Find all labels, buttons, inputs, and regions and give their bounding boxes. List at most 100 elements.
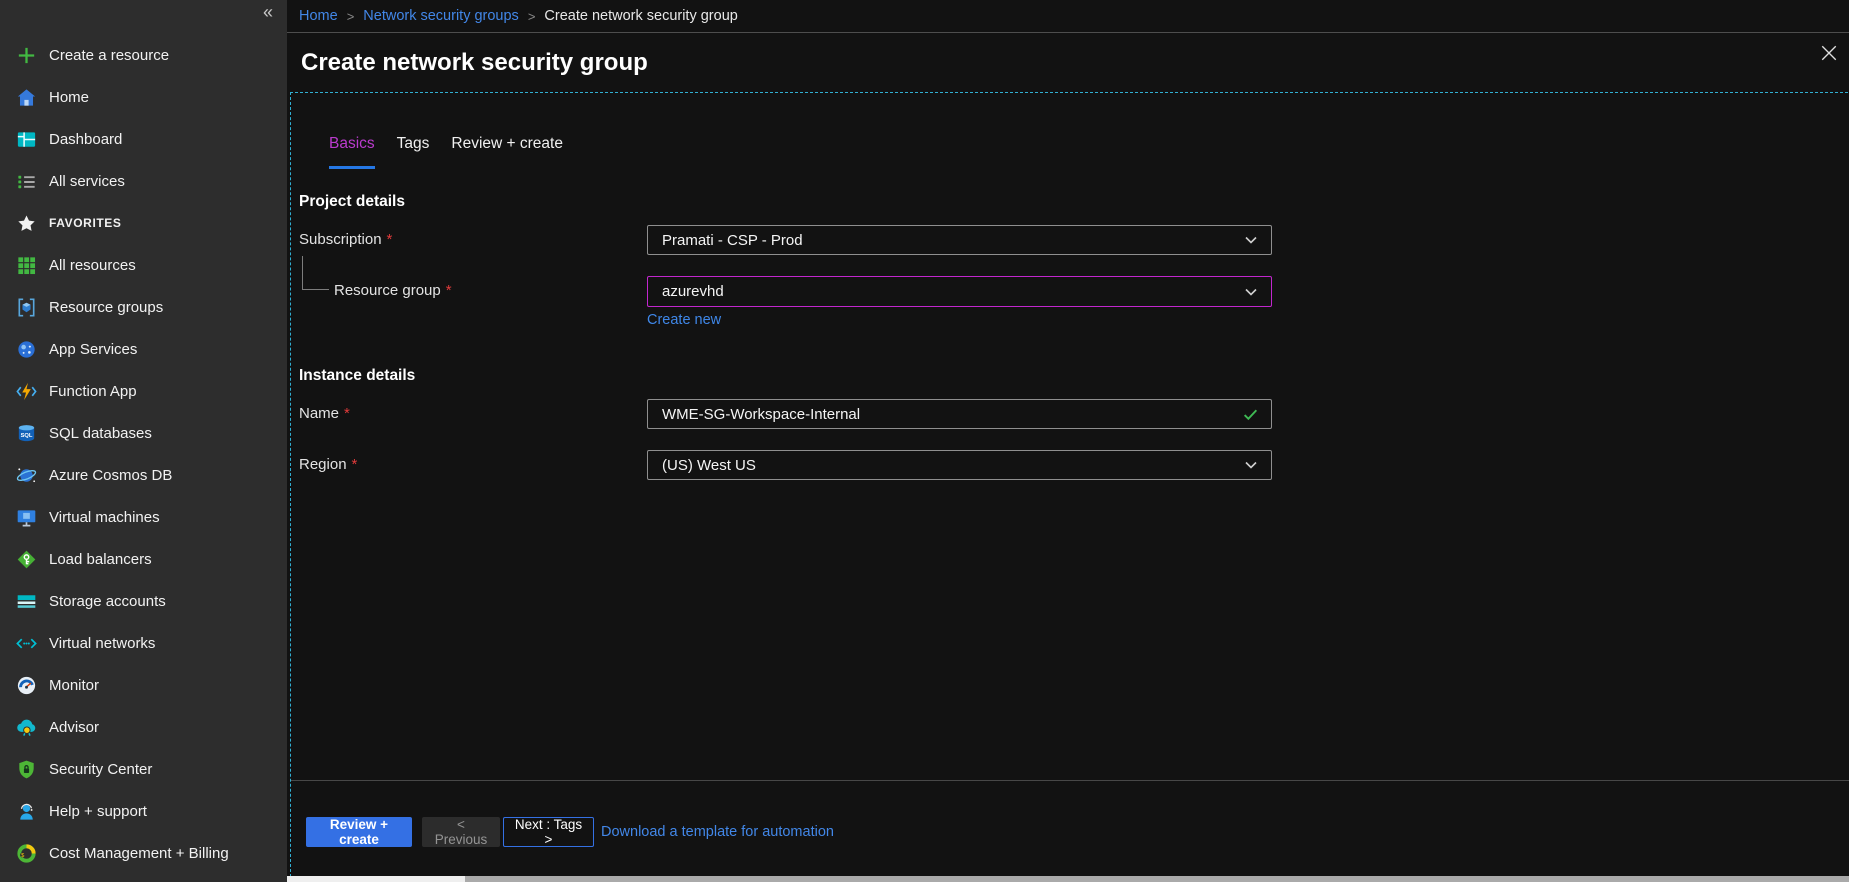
sidebar-item-virtual-networks[interactable]: Virtual networks <box>0 622 287 664</box>
subscription-select[interactable]: Pramati - CSP - Prod <box>647 225 1272 255</box>
required-marker: * <box>446 282 452 299</box>
cosmos-db-icon <box>15 464 38 487</box>
close-icon[interactable] <box>1820 44 1838 62</box>
sidebar-item-label: Storage accounts <box>49 593 166 610</box>
sidebar-item-security-center[interactable]: Security Center <box>0 748 287 790</box>
review-create-button[interactable]: Review + create <box>306 817 412 847</box>
sidebar-item-dashboard[interactable]: Dashboard <box>0 118 287 160</box>
breadcrumb: Home > Network security groups > Create netw… <box>287 0 1849 33</box>
subscription-label-text: Subscription <box>299 231 382 248</box>
sidebar-item-virtual-machines[interactable]: Virtual machines <box>0 496 287 538</box>
sidebar-item-label: Dashboard <box>49 131 122 148</box>
region-value: (US) West US <box>662 457 1243 474</box>
sql-databases-icon <box>15 422 38 445</box>
sidebar-item-label: Cost Management + Billing <box>49 845 229 862</box>
chevron-down-icon <box>1243 284 1259 300</box>
all-services-icon <box>15 170 38 193</box>
dashboard-icon <box>15 128 38 151</box>
sidebar-item-label: SQL databases <box>49 425 152 442</box>
sidebar-item-home[interactable]: Home <box>0 76 287 118</box>
cost-management-icon <box>15 842 38 865</box>
sidebar: « Create a resource Home Dashboard All serv… <box>0 0 287 882</box>
sidebar-item-all-resources[interactable]: All resources <box>0 244 287 286</box>
sidebar-item-label: Function App <box>49 383 137 400</box>
sidebar-item-label: All resources <box>49 257 136 274</box>
tab-tags[interactable]: Tags <box>397 134 430 169</box>
sidebar-item-label: Monitor <box>49 677 99 694</box>
sidebar-item-advisor[interactable]: Advisor <box>0 706 287 748</box>
sidebar-item-help-support[interactable]: Help + support <box>0 790 287 832</box>
sidebar-item-label: Security Center <box>49 761 152 778</box>
resource-groups-icon <box>15 296 38 319</box>
footer-separator <box>291 780 1849 781</box>
sidebar-item-function-app[interactable]: Function App <box>0 370 287 412</box>
sidebar-item-label: Home <box>49 89 89 106</box>
previous-button[interactable]: < Previous <box>422 817 500 847</box>
resource-group-value: azurevhd <box>662 283 1243 300</box>
next-tags-button[interactable]: Next : Tags > <box>503 817 594 847</box>
grid-icon <box>15 254 38 277</box>
name-input-field[interactable] <box>662 406 1242 423</box>
star-icon <box>15 212 38 235</box>
sidebar-nav: Create a resource Home Dashboard All servic… <box>0 34 287 874</box>
sidebar-item-label: Load balancers <box>49 551 152 568</box>
name-label: Name* <box>299 399 350 429</box>
breadcrumb-link[interactable]: Home <box>299 8 338 24</box>
name-input[interactable] <box>647 399 1272 429</box>
sidebar-item-label: Resource groups <box>49 299 163 316</box>
sidebar-item-all-services[interactable]: All services <box>0 160 287 202</box>
tab-review-create[interactable]: Review + create <box>451 134 563 169</box>
plus-icon <box>15 44 38 67</box>
region-select[interactable]: (US) West US <box>647 450 1272 480</box>
breadcrumb-separator: > <box>528 9 536 24</box>
sidebar-item-cost-management-billing[interactable]: Cost Management + Billing <box>0 832 287 874</box>
title-bar: Create network security group <box>287 34 1849 92</box>
sidebar-item-label: App Services <box>49 341 137 358</box>
sidebar-item-favorites[interactable]: FAVORITES <box>0 202 287 244</box>
storage-accounts-icon <box>15 590 38 613</box>
subscription-label: Subscription * <box>299 225 392 255</box>
download-template-link[interactable]: Download a template for automation <box>601 817 834 847</box>
home-icon <box>15 86 38 109</box>
security-center-icon <box>15 758 38 781</box>
virtual-networks-icon <box>15 632 38 655</box>
breadcrumb-current: Create network security group <box>544 8 737 24</box>
virtual-machines-icon <box>15 506 38 529</box>
sidebar-item-label: Help + support <box>49 803 147 820</box>
sidebar-item-create-a-resource[interactable]: Create a resource <box>0 34 287 76</box>
required-marker: * <box>352 456 358 473</box>
sidebar-item-resource-groups[interactable]: Resource groups <box>0 286 287 328</box>
required-marker: * <box>387 231 393 248</box>
create-new-link[interactable]: Create new <box>647 311 721 329</box>
sidebar-item-label: Create a resource <box>49 47 169 64</box>
help-support-icon <box>15 800 38 823</box>
name-label-text: Name <box>299 405 339 422</box>
breadcrumb-separator: > <box>347 9 355 24</box>
resource-group-connector-line <box>302 256 329 290</box>
region-label-text: Region <box>299 456 347 473</box>
content-panel-outline <box>290 92 1848 877</box>
subscription-value: Pramati - CSP - Prod <box>662 232 1243 249</box>
breadcrumb-link[interactable]: Network security groups <box>363 8 519 24</box>
sidebar-collapse-button[interactable]: « <box>263 2 273 23</box>
sidebar-item-azure-cosmos-db[interactable]: Azure Cosmos DB <box>0 454 287 496</box>
app-services-icon <box>15 338 38 361</box>
monitor-icon <box>15 674 38 697</box>
sidebar-item-load-balancers[interactable]: Load balancers <box>0 538 287 580</box>
tab-bar: Basics Tags Review + create <box>329 134 563 169</box>
sidebar-item-label: Azure Cosmos DB <box>49 467 172 484</box>
resource-group-select[interactable]: azurevhd <box>647 276 1272 307</box>
sidebar-item-sql-databases[interactable]: SQL databases <box>0 412 287 454</box>
project-details-heading: Project details <box>299 192 405 212</box>
sidebar-item-app-services[interactable]: App Services <box>0 328 287 370</box>
advisor-icon <box>15 716 38 739</box>
region-label: Region * <box>299 450 357 480</box>
horizontal-scrollbar-thumb[interactable] <box>287 876 465 882</box>
tab-basics[interactable]: Basics <box>329 134 375 169</box>
resource-group-label: Resource group* <box>334 276 452 306</box>
instance-details-heading: Instance details <box>299 366 415 386</box>
sidebar-item-label: Advisor <box>49 719 99 736</box>
sidebar-item-storage-accounts[interactable]: Storage accounts <box>0 580 287 622</box>
horizontal-scrollbar-track[interactable] <box>287 876 1849 882</box>
sidebar-item-monitor[interactable]: Monitor <box>0 664 287 706</box>
